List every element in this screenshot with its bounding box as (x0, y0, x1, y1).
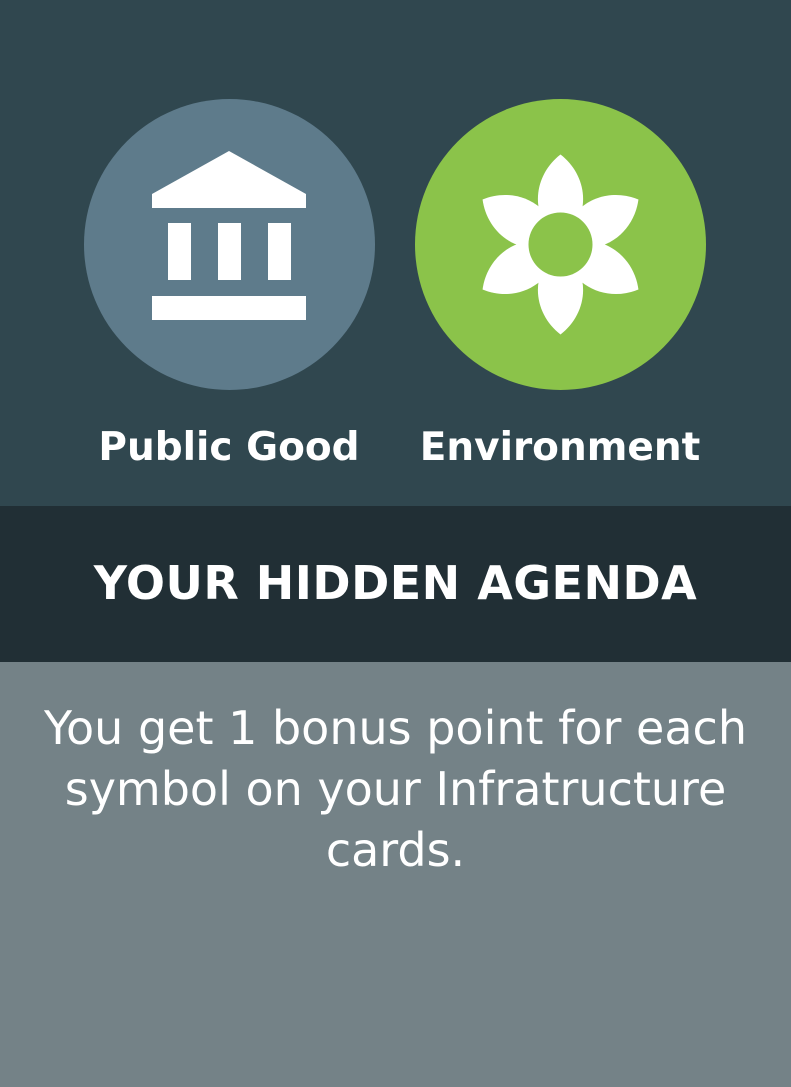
agenda-description: You get 1 bonus point for each symbol on… (44, 701, 747, 877)
title-band: YOUR HIDDEN AGENDA (0, 506, 791, 662)
symbols-section: Public Good Environment (0, 0, 791, 506)
environment-symbol (415, 99, 706, 390)
flower-icon (482, 154, 639, 335)
description-panel: You get 1 bonus point for each symbol on… (0, 662, 791, 1087)
agenda-title: YOUR HIDDEN AGENDA (93, 556, 698, 610)
public-good-symbol (84, 99, 375, 390)
hidden-agenda-card: Public Good Environment YOUR HIDDEN AGEN… (0, 0, 791, 1087)
public-good-label: Public Good (98, 425, 360, 470)
institution-icon (152, 151, 306, 320)
environment-label: Environment (419, 425, 701, 470)
